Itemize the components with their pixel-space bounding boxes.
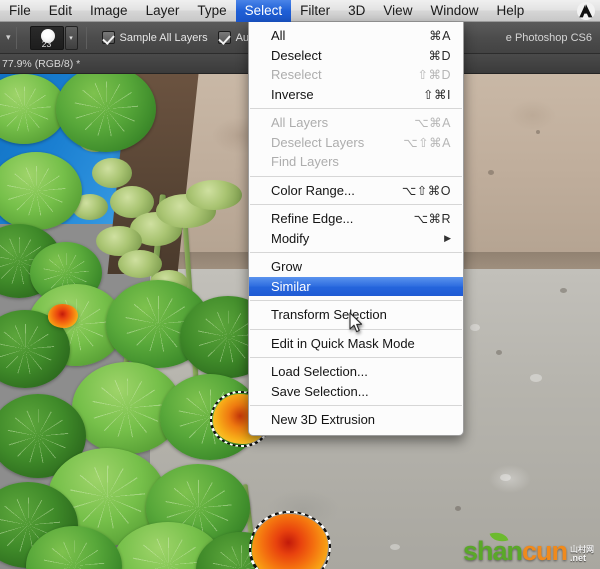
sample-all-layers-checkbox[interactable]: Sample All Layers bbox=[101, 31, 208, 44]
menu-item-similar[interactable]: Similar bbox=[249, 276, 463, 296]
bud-cluster bbox=[186, 180, 242, 210]
menu-separator bbox=[250, 108, 462, 109]
wall-speckle bbox=[455, 506, 461, 511]
chevron-down-icon: ▾ bbox=[69, 34, 73, 42]
menu-item-label: All bbox=[271, 28, 286, 44]
menu-item-transform-selection[interactable]: Transform Selection bbox=[249, 305, 463, 325]
wall-speckle bbox=[536, 130, 540, 134]
menu-help[interactable]: Help bbox=[487, 0, 533, 22]
menu-filter[interactable]: Filter bbox=[291, 0, 339, 22]
menu-3d[interactable]: 3D bbox=[339, 0, 374, 22]
tool-preset-chevron-down-icon[interactable]: ▾ bbox=[6, 32, 11, 43]
menu-item-label: Save Selection... bbox=[271, 383, 369, 399]
menu-item-label: Grow bbox=[271, 259, 303, 275]
select-menu-dropdown[interactable]: All ⌘A Deselect ⌘D Reselect ⇧⌘D Inverse … bbox=[248, 22, 464, 436]
menu-item-shortcut: ⌥⇧⌘A bbox=[403, 135, 451, 150]
menu-item-shortcut: ⇧⌘D bbox=[417, 68, 451, 83]
app-title-text: e Photoshop CS6 bbox=[505, 31, 592, 44]
adobe-logo-icon[interactable] bbox=[575, 1, 596, 21]
menu-item-modify[interactable]: Modify ▶ bbox=[249, 229, 463, 249]
menu-item-label: Reselect bbox=[271, 67, 322, 83]
menu-item-label: New 3D Extrusion bbox=[271, 412, 376, 428]
menu-item-label: Deselect Layers bbox=[271, 134, 365, 150]
menu-separator bbox=[250, 405, 462, 406]
menu-separator bbox=[250, 204, 462, 205]
menu-item-shortcut: ⌥⌘A bbox=[414, 116, 451, 131]
menu-window[interactable]: Window bbox=[421, 0, 487, 22]
menu-item-label: Transform Selection bbox=[271, 307, 387, 323]
menu-item-label: Edit in Quick Mask Mode bbox=[271, 335, 415, 351]
watermark-net-text: .net bbox=[570, 553, 587, 563]
watermark-shan-text: shan bbox=[462, 536, 523, 566]
menu-item-label: Load Selection... bbox=[271, 364, 368, 380]
options-divider bbox=[85, 26, 87, 49]
menu-item-label: Deselect bbox=[271, 47, 322, 63]
bud-cluster bbox=[92, 158, 132, 188]
menu-bar[interactable]: File Edit Image Layer Type Select Filter… bbox=[0, 0, 600, 22]
menu-type[interactable]: Type bbox=[188, 0, 235, 22]
watermark: shan cun 山村网 .net bbox=[462, 528, 594, 566]
menu-item-label: Similar bbox=[271, 278, 311, 294]
menu-separator bbox=[250, 357, 462, 358]
menu-item-reselect: Reselect ⇧⌘D bbox=[249, 65, 463, 85]
sample-all-layers-label: Sample All Layers bbox=[119, 31, 208, 44]
menu-item-label: Inverse bbox=[271, 86, 314, 102]
menu-item-save-selection[interactable]: Save Selection... bbox=[249, 382, 463, 402]
menu-item-shortcut: ⌘D bbox=[428, 48, 451, 63]
menu-layer[interactable]: Layer bbox=[137, 0, 189, 22]
small-red-flower bbox=[48, 304, 78, 328]
menu-item-shortcut: ⌥⇧⌘O bbox=[401, 183, 451, 198]
flower-petals bbox=[252, 514, 328, 569]
flower-petals bbox=[48, 304, 78, 328]
menu-separator bbox=[250, 175, 462, 177]
menu-image[interactable]: Image bbox=[81, 0, 137, 22]
menu-item-deselect-layers: Deselect Layers ⌥⇧⌘A bbox=[249, 133, 463, 153]
wall-speckle bbox=[560, 288, 567, 293]
menu-item-label: Color Range... bbox=[271, 182, 355, 198]
menu-item-label: Refine Edge... bbox=[271, 211, 354, 227]
menu-item-refine-edge[interactable]: Refine Edge... ⌥⌘R bbox=[249, 209, 463, 229]
wall-speckle bbox=[530, 374, 542, 382]
orange-flower bbox=[249, 511, 331, 569]
menu-item-inverse[interactable]: Inverse ⇧⌘I bbox=[249, 85, 463, 105]
submenu-arrow-icon: ▶ bbox=[444, 232, 451, 243]
menu-item-edit-in-quick-mask-mode[interactable]: Edit in Quick Mask Mode bbox=[249, 334, 463, 354]
wall-speckle bbox=[500, 474, 511, 481]
menu-separator bbox=[250, 252, 462, 253]
checkmark-icon bbox=[101, 31, 115, 44]
menu-item-color-range[interactable]: Color Range... ⌥⇧⌘O bbox=[249, 181, 463, 201]
menu-item-label: All Layers bbox=[271, 115, 329, 131]
watermark-suffix: 山村网 .net bbox=[570, 545, 594, 563]
menu-item-shortcut: ⌥⌘R bbox=[413, 212, 451, 227]
brush-dropdown-button[interactable]: ▾ bbox=[64, 25, 78, 50]
brush-size-value: 23 bbox=[41, 38, 52, 49]
menu-edit[interactable]: Edit bbox=[40, 0, 81, 22]
menu-item-deselect[interactable]: Deselect ⌘D bbox=[249, 46, 463, 66]
menu-item-shortcut: ⌘A bbox=[429, 29, 451, 44]
menu-separator bbox=[250, 300, 462, 301]
wall-speckle bbox=[470, 324, 480, 331]
brush-preset-picker[interactable]: 23 bbox=[29, 25, 64, 50]
menu-item-find-layers: Find Layers bbox=[249, 152, 463, 172]
menu-view[interactable]: View bbox=[374, 0, 421, 22]
menu-item-shortcut: ⇧⌘I bbox=[423, 87, 451, 102]
watermark-cun-text: cun bbox=[521, 536, 568, 566]
options-divider bbox=[15, 26, 17, 49]
menu-item-new-3d-extrusion[interactable]: New 3D Extrusion bbox=[249, 410, 463, 430]
menu-item-all[interactable]: All ⌘A bbox=[249, 26, 463, 46]
wall-speckle bbox=[496, 350, 502, 355]
menu-item-all-layers: All Layers ⌥⌘A bbox=[249, 113, 463, 133]
menu-separator bbox=[250, 328, 462, 330]
wall-speckle bbox=[390, 544, 400, 550]
document-tab-label: 77.9% (RGB/8) * bbox=[2, 57, 81, 70]
menu-file[interactable]: File bbox=[0, 0, 40, 22]
menu-item-load-selection[interactable]: Load Selection... bbox=[249, 362, 463, 382]
menu-item-label: Modify bbox=[271, 230, 310, 246]
menu-item-label: Find Layers bbox=[271, 154, 339, 170]
checkmark-icon bbox=[217, 31, 231, 44]
menu-item-grow[interactable]: Grow bbox=[249, 257, 463, 277]
wall-speckle bbox=[488, 170, 494, 175]
menu-select[interactable]: Select bbox=[235, 0, 292, 22]
